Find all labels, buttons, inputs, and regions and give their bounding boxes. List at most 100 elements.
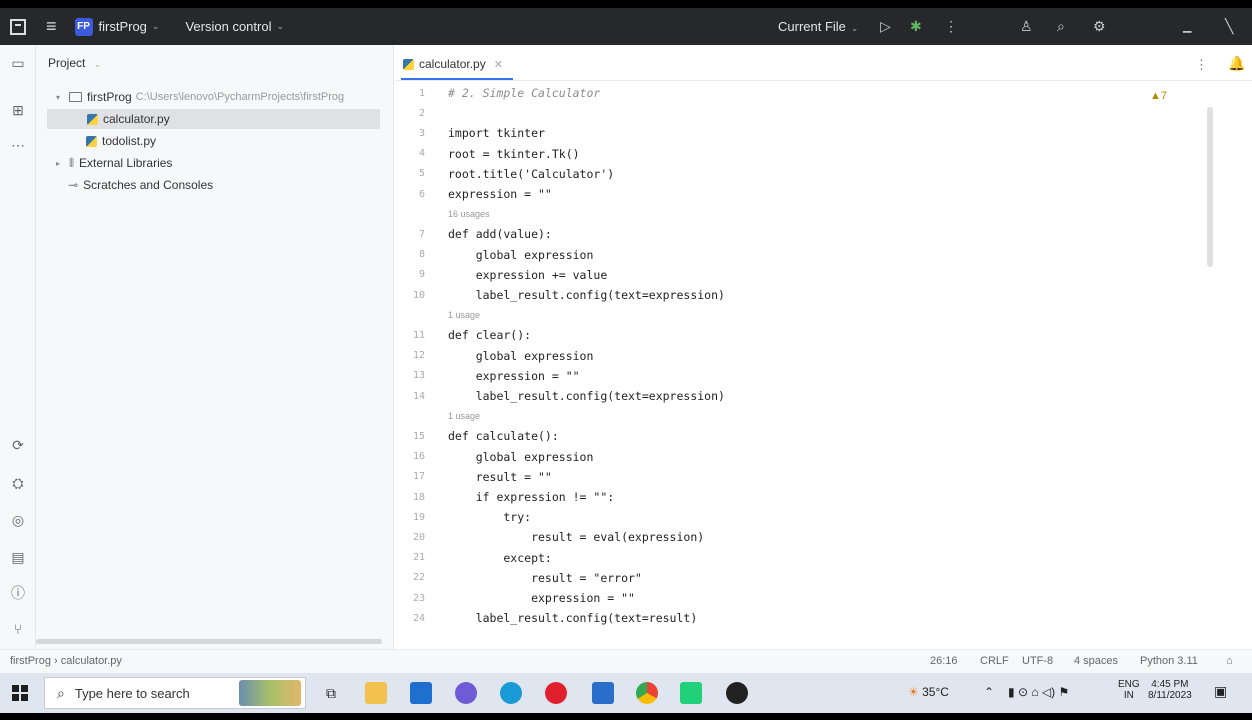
file-explorer-icon[interactable] bbox=[365, 682, 387, 704]
version-control-menu[interactable]: Version control bbox=[185, 19, 271, 34]
code-text[interactable]: global expression bbox=[448, 450, 594, 464]
opera-icon[interactable] bbox=[545, 682, 567, 704]
terminal-icon[interactable]: ▤ bbox=[8, 547, 28, 567]
code-text[interactable]: # 2. Simple Calculator bbox=[448, 86, 600, 100]
line-number[interactable]: 8 bbox=[395, 249, 425, 260]
services-icon[interactable]: ◎ bbox=[8, 510, 28, 530]
code-text[interactable]: root = tkinter.Tk() bbox=[448, 147, 580, 161]
chrome-icon[interactable] bbox=[636, 682, 658, 704]
usage-hint-text[interactable]: 1 usage bbox=[448, 411, 480, 421]
line-number[interactable]: 4 bbox=[395, 148, 425, 159]
horizontal-scrollbar[interactable] bbox=[36, 639, 382, 644]
line-number[interactable]: 2 bbox=[395, 108, 425, 119]
account-icon[interactable]: ♙ bbox=[1020, 18, 1033, 35]
line-number[interactable]: 5 bbox=[395, 168, 425, 179]
interpreter[interactable]: Python 3.11 bbox=[1140, 655, 1198, 667]
code-text[interactable]: global expression bbox=[448, 248, 594, 262]
code-text[interactable]: expression += value bbox=[448, 268, 608, 282]
breadcrumb-file[interactable]: calculator.py bbox=[61, 655, 122, 667]
file-encoding[interactable]: UTF-8 bbox=[1022, 655, 1053, 667]
line-number[interactable]: 23 bbox=[395, 593, 425, 604]
more-actions-icon[interactable]: ⋮ bbox=[944, 18, 958, 35]
chevron-down-icon[interactable]: ⌄ bbox=[276, 21, 284, 32]
line-number[interactable]: 19 bbox=[395, 512, 425, 523]
line-number[interactable]: 17 bbox=[395, 471, 425, 482]
run-config-selector[interactable]: Current File ⌄ bbox=[778, 19, 858, 34]
usage-hint-text[interactable]: 16 usages bbox=[448, 209, 490, 219]
obs-icon[interactable] bbox=[726, 682, 748, 704]
code-text[interactable]: label_result.config(text=result) bbox=[448, 611, 698, 625]
line-number[interactable]: 3 bbox=[395, 128, 425, 139]
line-number[interactable]: 10 bbox=[395, 290, 425, 301]
line-number[interactable]: 7 bbox=[395, 229, 425, 240]
line-number[interactable]: 22 bbox=[395, 572, 425, 583]
run-icon[interactable]: ▷ bbox=[880, 18, 891, 35]
line-number[interactable]: 1 bbox=[395, 88, 425, 99]
clock[interactable]: 4:45 PM 8/11/2023 bbox=[1148, 679, 1192, 701]
code-text[interactable]: global expression bbox=[448, 349, 594, 363]
code-text[interactable]: root.title('Calculator') bbox=[448, 167, 614, 181]
code-text[interactable]: def calculate(): bbox=[448, 429, 559, 443]
code-text[interactable]: result = "" bbox=[448, 470, 552, 484]
code-text[interactable]: expression = "" bbox=[448, 369, 580, 383]
code-text[interactable]: expression = "" bbox=[448, 187, 552, 201]
version-control-icon[interactable]: ⑂ bbox=[8, 619, 28, 639]
mail-icon[interactable] bbox=[592, 682, 614, 704]
tree-item-project-root[interactable]: ▾ firstProg C:\Users\lenovo\PycharmProje… bbox=[36, 87, 381, 107]
app-menu-icon[interactable] bbox=[10, 18, 26, 35]
code-text[interactable]: result = eval(expression) bbox=[448, 530, 704, 544]
breadcrumb-project[interactable]: firstProg bbox=[10, 655, 51, 667]
tree-item-calculator[interactable]: calculator.py bbox=[47, 109, 380, 129]
project-panel-header[interactable]: Project ⌄ bbox=[48, 56, 101, 70]
debug-icon[interactable]: ✱ bbox=[910, 18, 922, 35]
code-text[interactable]: def add(value): bbox=[448, 227, 552, 241]
tree-item-external-libraries[interactable]: ▸ ⫴ External Libraries bbox=[36, 153, 381, 173]
tree-item-scratches[interactable]: ⊸ Scratches and Consoles bbox=[36, 175, 381, 195]
line-number[interactable]: 6 bbox=[395, 189, 425, 200]
code-text[interactable]: import tkinter bbox=[448, 126, 545, 140]
code-text[interactable]: def clear(): bbox=[448, 328, 531, 342]
line-number[interactable]: 11 bbox=[395, 330, 425, 341]
code-text[interactable]: except: bbox=[448, 551, 551, 565]
code-text[interactable]: result = "error" bbox=[448, 571, 642, 585]
project-folder-icon[interactable]: ▭ bbox=[8, 53, 28, 73]
tree-item-todolist[interactable]: todolist.py bbox=[36, 131, 381, 151]
tab-calculator[interactable]: calculator.py ✕ bbox=[403, 53, 503, 75]
line-number[interactable]: 24 bbox=[395, 613, 425, 624]
code-text[interactable]: try: bbox=[448, 510, 531, 524]
chevron-down-icon[interactable]: ⌄ bbox=[152, 21, 160, 32]
taskbar-search[interactable]: ⌕ Type here to search bbox=[44, 677, 306, 709]
indent-setting[interactable]: 4 spaces bbox=[1074, 655, 1118, 667]
structure-icon[interactable]: ⊞ bbox=[8, 100, 28, 120]
lock-icon[interactable]: ⌂ bbox=[1226, 655, 1233, 667]
code-text[interactable]: label_result.config(text=expression) bbox=[448, 389, 725, 403]
caret-position[interactable]: 26:16 bbox=[930, 655, 958, 667]
line-number[interactable]: 13 bbox=[395, 370, 425, 381]
project-name[interactable]: firstProg bbox=[99, 19, 147, 34]
usage-hint-text[interactable]: 1 usage bbox=[448, 310, 480, 320]
more-tools-icon[interactable]: ⋯ bbox=[8, 135, 28, 155]
edge-icon[interactable] bbox=[500, 682, 522, 704]
line-number[interactable]: 15 bbox=[395, 431, 425, 442]
notification-center-icon[interactable]: ▣ bbox=[1214, 683, 1227, 700]
store-icon[interactable] bbox=[410, 682, 432, 704]
pycharm-icon[interactable] bbox=[680, 682, 702, 704]
tab-options-icon[interactable]: ⋮ bbox=[1195, 57, 1208, 73]
line-number[interactable]: 20 bbox=[395, 532, 425, 543]
windows-start-icon[interactable] bbox=[12, 685, 28, 701]
notifications-bell-icon[interactable]: 🔔 bbox=[1228, 55, 1245, 72]
project-badge[interactable]: FP bbox=[74, 17, 93, 36]
problems-icon[interactable]: ⓘ bbox=[8, 583, 28, 603]
copilot-icon[interactable] bbox=[455, 682, 477, 704]
settings-gear-icon[interactable]: ⚙ bbox=[1093, 18, 1106, 35]
vertical-scrollbar[interactable] bbox=[1207, 107, 1213, 267]
code-text[interactable]: expression = "" bbox=[448, 591, 635, 605]
line-separator[interactable]: CRLF bbox=[980, 655, 1009, 667]
expand-arrow-icon[interactable]: ▾ bbox=[52, 93, 64, 102]
tray-icons[interactable]: ▮ ⊙ ⌂ ◁) ⚑ bbox=[1008, 685, 1069, 699]
line-number[interactable]: 9 bbox=[395, 269, 425, 280]
main-menu-icon[interactable]: ≡ bbox=[46, 16, 57, 37]
plugins-icon[interactable]: ⟳ bbox=[8, 435, 28, 455]
python-packages-icon[interactable]: ⛭ bbox=[8, 473, 28, 493]
tray-chevron-icon[interactable]: ⌃ bbox=[984, 685, 994, 699]
